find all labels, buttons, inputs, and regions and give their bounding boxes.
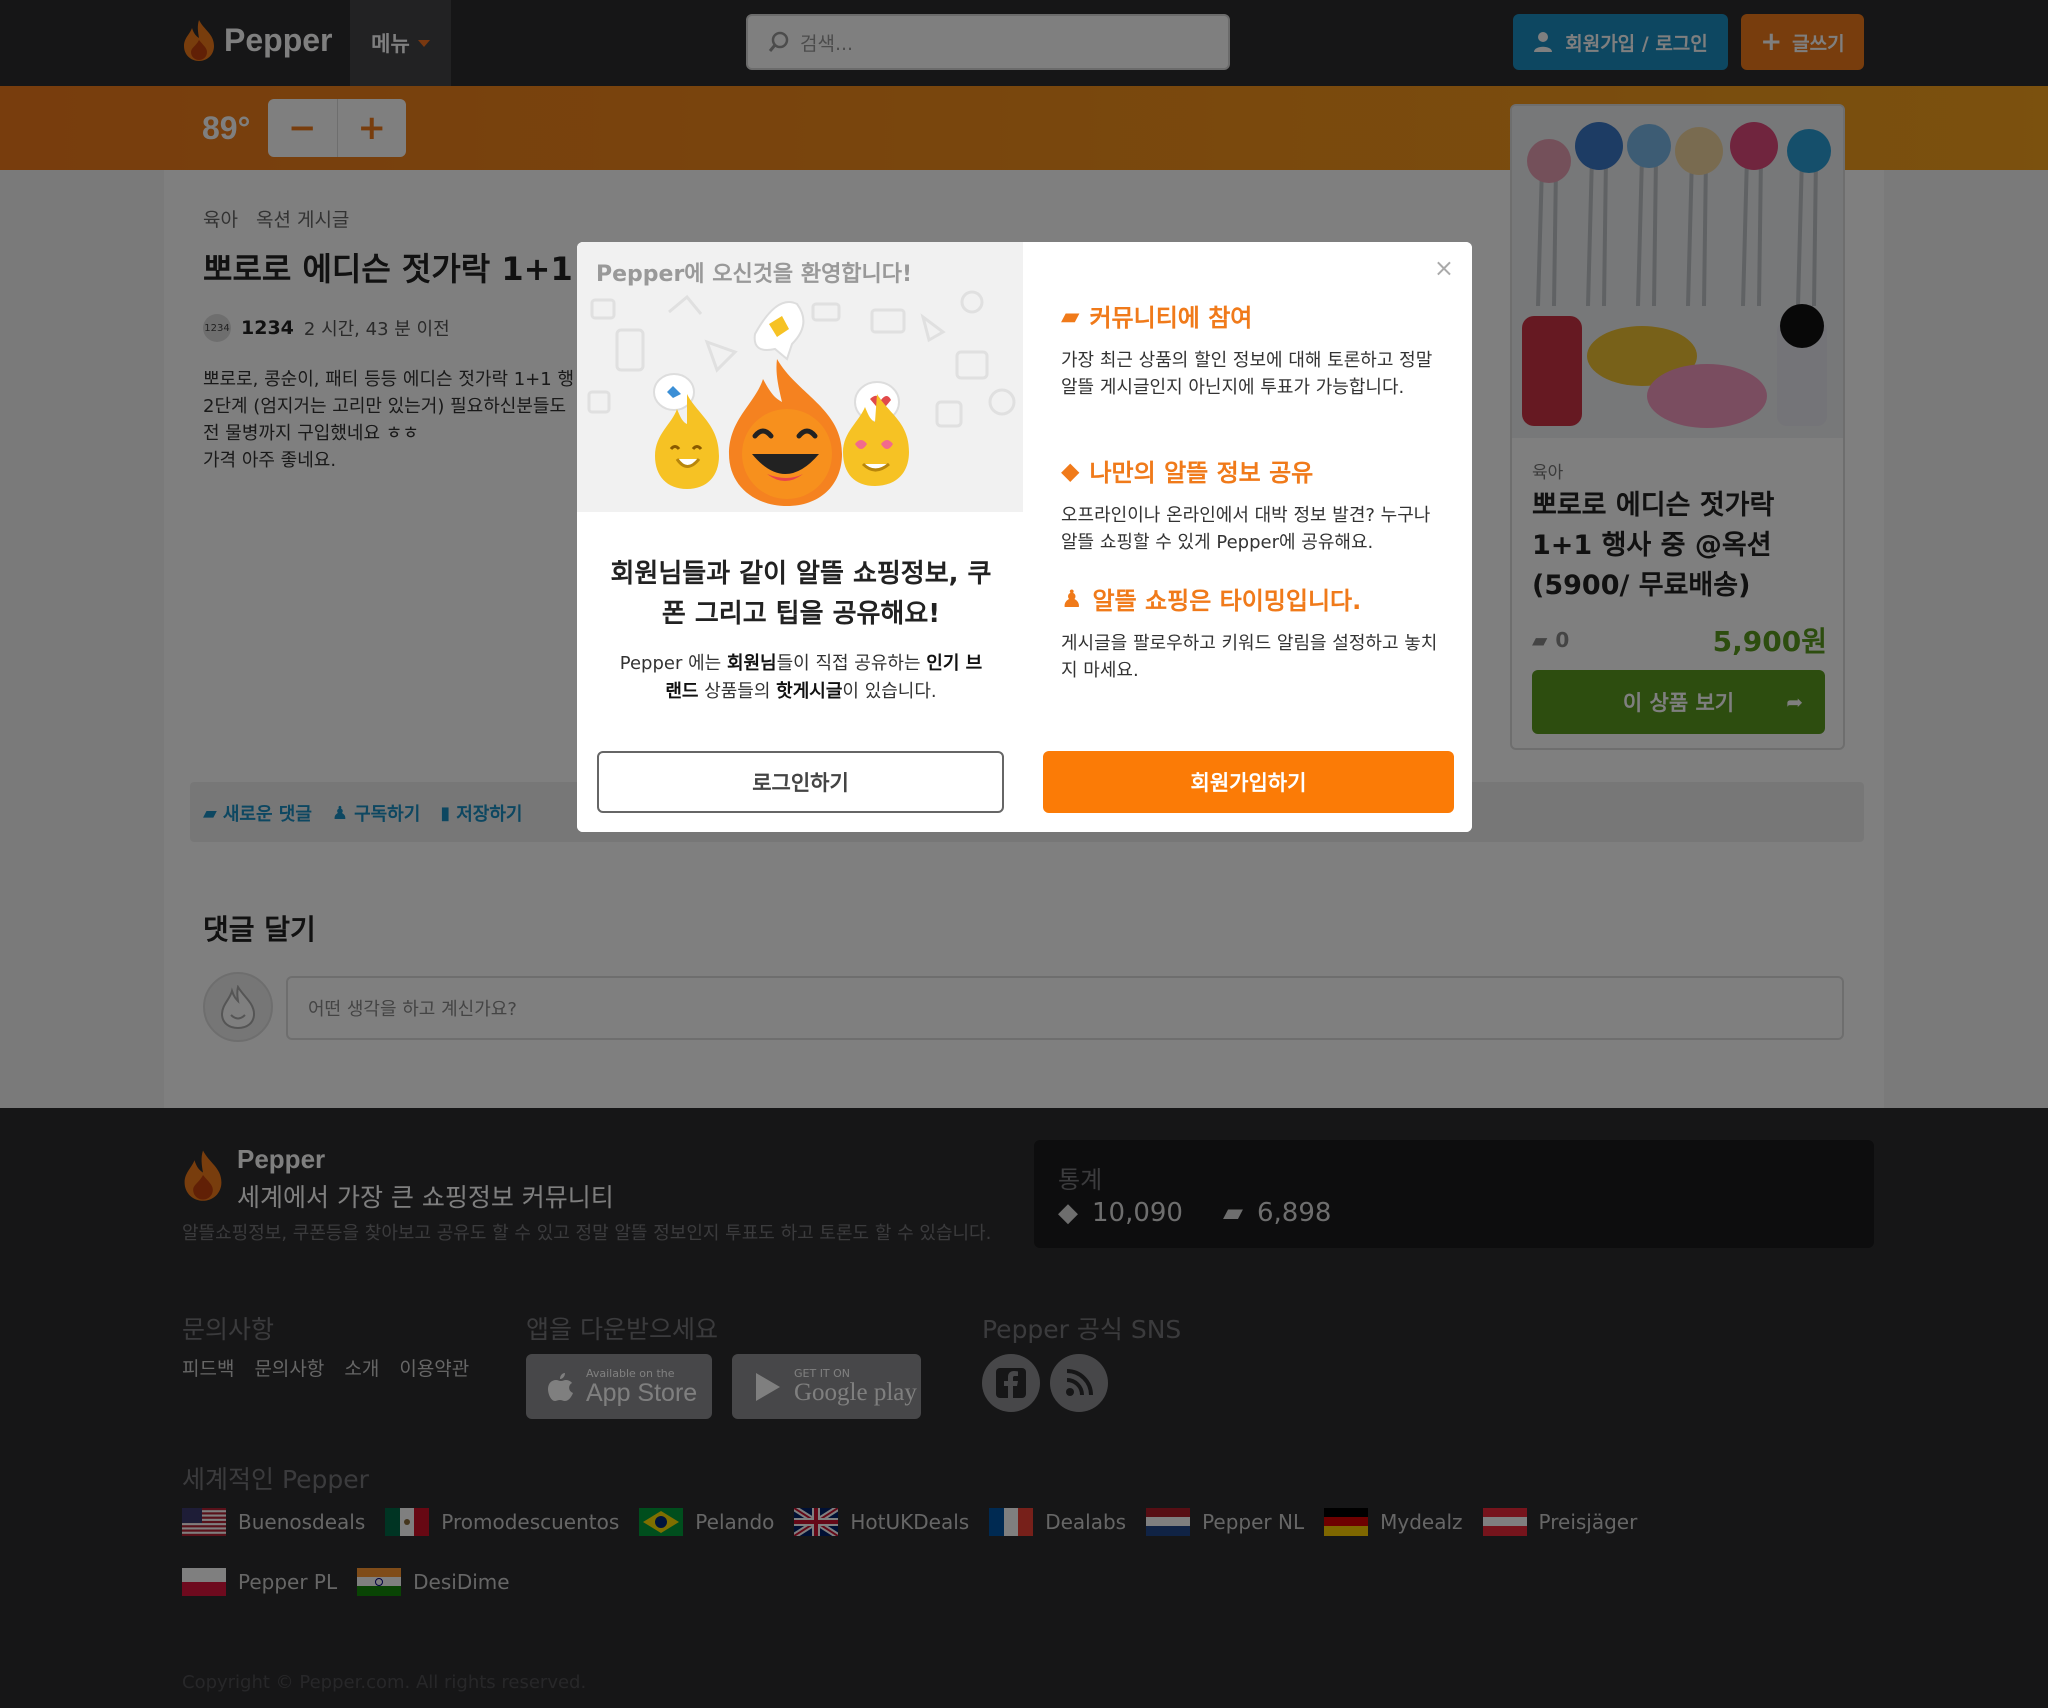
feature-text: 오프라인이나 온라인에서 대박 정보 발견? 누구나 알뜰 쇼핑할 수 있게 P… [1061,505,1431,553]
feature-share: ◆ 나만의 알뜰 정보 공유 오프라인이나 온라인에서 대박 정보 발견? 누구나… [1061,453,1441,556]
bell-icon: ♟ [1061,584,1083,613]
welcome-modal: Pepper에 오신것을 환영합니다! 회원님들과 같이 알뜰 쇼핑정보, 쿠폰… [577,242,1472,832]
feature-title: 커뮤니티에 참여 [1089,304,1253,332]
tag-icon: ◆ [1061,456,1080,485]
sub-bold: 회원님 [726,653,777,674]
sub-text: 상품들의 [698,681,777,702]
close-icon[interactable]: × [1434,254,1454,282]
feature-timing: ♟ 알뜰 쇼핑은 타이밍입니다. 게시글을 팔로우하고 키워드 알림을 설정하고 … [1061,581,1441,684]
feature-title: 알뜰 쇼핑은 타이밍입니다. [1092,587,1362,615]
modal-welcome-text: Pepper에 오신것을 환영합니다! [596,262,913,287]
sub-text: 들이 직접 공유하는 [776,653,927,674]
sub-text: Pepper 에는 [619,653,727,674]
feature-community: ▰ 커뮤니티에 참여 가장 최근 상품의 할인 정보에 대해 토론하고 정말 알뜰… [1061,298,1441,401]
feature-text: 가장 최근 상품의 할인 정보에 대해 토론하고 정말 알뜰 게시글인지 아닌지… [1061,350,1433,398]
modal-login-button[interactable]: 로그인하기 [597,751,1004,813]
sub-bold: 핫게시글 [776,681,843,702]
sub-text: 이 있습니다. [842,681,937,702]
modal-signup-button[interactable]: 회원가입하기 [1043,751,1454,813]
modal-left-panel: Pepper에 오신것을 환영합니다! 회원님들과 같이 알뜰 쇼핑정보, 쿠폰… [577,242,1023,832]
modal-headline: 회원님들과 같이 알뜰 쇼핑정보, 쿠폰 그리고 팁을 공유해요! [610,559,992,629]
modal-subtext: Pepper 에는 회원님들이 직접 공유하는 인기 브랜드 상품들의 핫게시글… [617,650,985,706]
feature-text: 게시글을 팔로우하고 키워드 알림을 설정하고 놓치지 마세요. [1061,633,1438,681]
pepper-mascot-illustration [653,301,909,506]
feature-title: 나만의 알뜰 정보 공유 [1089,459,1314,487]
comment-icon: ▰ [1061,301,1080,330]
